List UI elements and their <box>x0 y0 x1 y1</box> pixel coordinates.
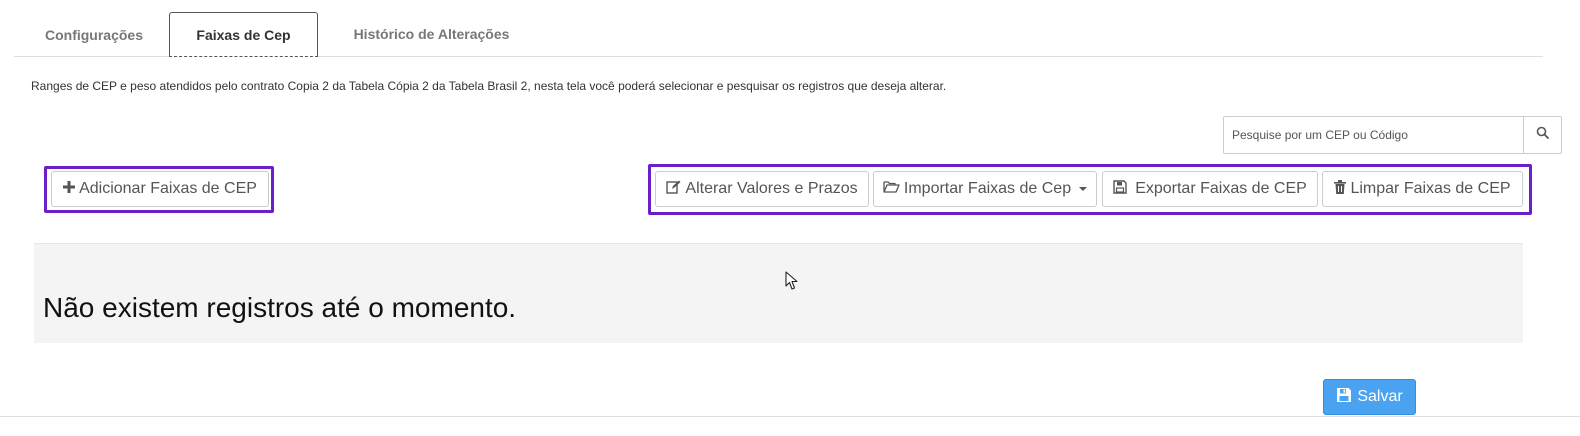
search-icon <box>1536 126 1549 144</box>
caret-down-icon <box>1079 187 1088 191</box>
tab-bar: Configurações Faixas de Cep Histórico de… <box>14 12 1543 57</box>
mouse-cursor-icon <box>785 271 799 296</box>
search-button[interactable] <box>1523 116 1562 154</box>
add-cep-ranges-label: Adicionar Faixas de CEP <box>79 180 257 197</box>
alter-values-button[interactable]: Alterar Valores e Prazos <box>655 171 869 207</box>
tab-configuracoes[interactable]: Configurações <box>29 13 159 57</box>
add-cep-ranges-button[interactable]: Adicionar Faixas de CEP <box>51 171 269 207</box>
bottom-divider <box>0 416 1580 417</box>
page-description: Ranges de CEP e peso atendidos pelo cont… <box>31 79 947 93</box>
alter-values-label: Alterar Valores e Prazos <box>685 180 858 197</box>
import-cep-ranges-dropdown[interactable]: Importar Faixas de Cep <box>873 171 1097 207</box>
edit-icon <box>666 180 681 199</box>
trash-icon <box>1334 179 1347 199</box>
export-cep-ranges-label: Exportar Faixas de CEP <box>1135 180 1307 197</box>
plus-icon <box>63 180 76 198</box>
tab-faixas-de-cep[interactable]: Faixas de Cep <box>169 12 318 57</box>
save-label: Salvar <box>1357 388 1403 405</box>
search-input[interactable] <box>1223 116 1523 154</box>
floppy-disk-icon <box>1113 179 1127 199</box>
save-button[interactable]: Salvar <box>1323 379 1416 415</box>
clear-cep-ranges-label: Limpar Faixas de CEP <box>1350 180 1511 197</box>
export-cep-ranges-button[interactable]: Exportar Faixas de CEP <box>1102 171 1318 207</box>
tab-historico-de-alteracoes[interactable]: Histórico de Alterações <box>334 12 529 56</box>
empty-results-panel: Não existem registros até o momento. <box>34 243 1523 343</box>
import-cep-ranges-label: Importar Faixas de Cep <box>903 180 1072 197</box>
clear-cep-ranges-button[interactable]: Limpar Faixas de CEP <box>1322 171 1523 207</box>
empty-message: Não existem registros até o momento. <box>43 292 517 323</box>
save-icon <box>1336 387 1352 408</box>
search-box <box>1223 116 1562 154</box>
folder-open-icon <box>883 180 900 198</box>
